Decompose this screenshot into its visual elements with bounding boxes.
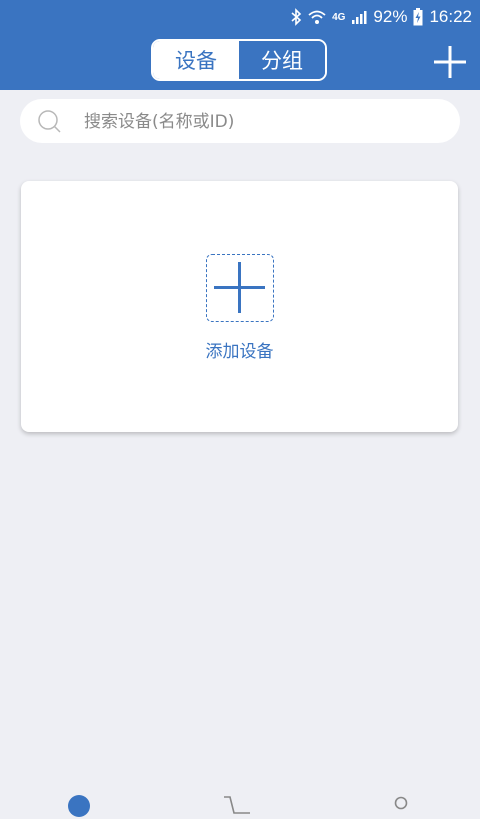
search-bar [20, 99, 460, 143]
app-header: 设备 分组 [0, 34, 480, 90]
search-input[interactable] [82, 105, 446, 139]
tab-devices[interactable]: 设备 [153, 41, 239, 79]
plus-icon [214, 262, 265, 313]
tab-switcher: 设备 分组 [151, 39, 327, 81]
battery-charging-icon [413, 8, 423, 26]
bluetooth-icon [290, 8, 302, 26]
user-icon[interactable] [392, 795, 410, 819]
status-bar: 4G 92% 16:22 [0, 0, 480, 34]
signal-icon [351, 9, 367, 25]
network-type: 4G [332, 11, 346, 23]
search-icon [37, 109, 63, 139]
home-icon[interactable] [68, 795, 90, 817]
add-device-button[interactable] [206, 254, 274, 322]
wifi-icon [308, 9, 326, 25]
clock: 16:22 [429, 7, 472, 26]
battery-percent: 92% [373, 7, 408, 26]
bottom-nav [0, 788, 480, 817]
status-icons: 4G 92% 16:22 [290, 5, 472, 29]
add-button[interactable] [432, 44, 468, 80]
tab-groups[interactable]: 分组 [239, 41, 325, 79]
add-device-label[interactable]: 添加设备 [21, 337, 458, 362]
cart-icon[interactable] [222, 795, 256, 819]
device-card: 添加设备 [21, 181, 458, 432]
plus-icon [434, 46, 466, 78]
